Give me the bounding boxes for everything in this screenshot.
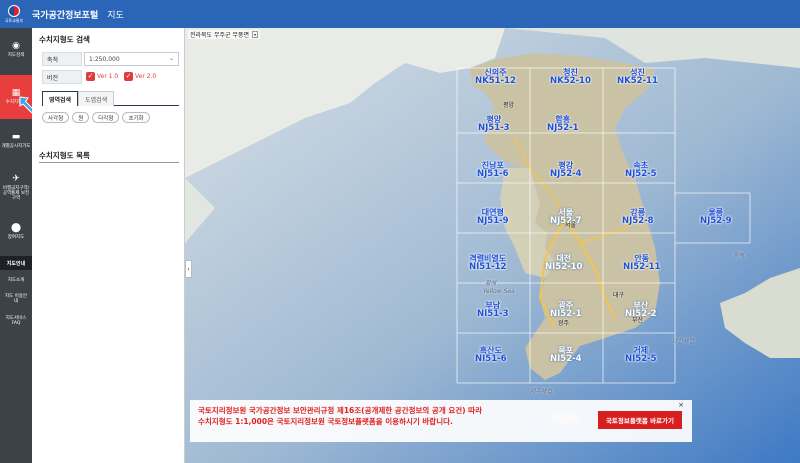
page-title: 지도: [107, 10, 124, 21]
location-breadcrumb[interactable]: 전라북도 무주군 무풍면 ▾: [188, 30, 261, 39]
pin-icon: ⬤: [10, 222, 22, 233]
place-label: 황해: [485, 280, 497, 287]
portal-title[interactable]: 국가공간정보포털: [32, 8, 98, 21]
list-title: 수치지형도 목록: [39, 151, 90, 160]
sheet-label[interactable]: 속초 NJ52-5: [625, 161, 657, 179]
sheet-label[interactable]: 흑산도 NI51-6: [475, 346, 507, 364]
place-label: 평양: [503, 102, 515, 109]
chevron-down-icon: ▾: [252, 31, 259, 38]
nav-map-intro[interactable]: 지도소개: [0, 278, 32, 283]
place-label: Yellow Sea: [483, 288, 515, 295]
left-navigation: ◉ 지도검색 ▦ 수치지형도 ▬ 개별공시지가도 ✈ 비행금지구역/공역통제 보…: [0, 28, 32, 463]
nav-participation-map[interactable]: ⬤ 참여지도: [0, 218, 32, 246]
folder-icon: ▬: [11, 131, 21, 142]
taegeuk-logo-icon: [8, 4, 20, 17]
scale-value: 1:250,000: [89, 55, 120, 63]
place-label: 서울: [565, 222, 577, 229]
place-label: 부산: [632, 317, 644, 324]
checkmark-icon: ✓: [124, 72, 133, 81]
place-label: 제주해협: [530, 388, 553, 395]
place-label: 광주: [558, 320, 570, 327]
nav-land-price-map[interactable]: ▬ 개별공시지가도: [0, 126, 32, 156]
panel-title: 수치지형도 검색: [39, 35, 90, 44]
tab-area-search[interactable]: 영역검색: [42, 91, 79, 106]
sheet-label[interactable]: 광주 NI52-1: [550, 301, 582, 319]
tab-sheet-search[interactable]: 도엽검색: [78, 91, 115, 106]
ver1-label: Ver 1.0: [97, 73, 119, 80]
divider: [39, 162, 179, 163]
sheet-label[interactable]: 청진 NK52-10: [550, 68, 591, 86]
sheet-label[interactable]: 함흥 NJ52-1: [547, 115, 579, 133]
sheet-label[interactable]: 진남포 NJ51-6: [477, 161, 509, 179]
sheet-label[interactable]: 목포 NI52-4: [550, 346, 582, 364]
reset-button[interactable]: 초기화: [122, 112, 150, 123]
chevron-down-icon: ⌄: [168, 55, 174, 62]
collapse-panel-button[interactable]: ‹: [185, 260, 192, 278]
nav-map-search[interactable]: ◉ 지도검색: [0, 36, 32, 64]
sheet-label[interactable]: 신의주 NK51-12: [475, 68, 516, 86]
sheet-label[interactable]: 거제 NI52-5: [625, 346, 657, 364]
sheet-label[interactable]: 격렬비열도 NI51-12: [469, 254, 506, 272]
place-label: 대한해협: [672, 338, 695, 345]
nav-label: 개별공시지가도: [1, 143, 31, 149]
sheet-label[interactable]: 대연평 NJ51-9: [477, 208, 509, 226]
search-tabs: 영역검색 도엽검색: [42, 91, 179, 106]
sheet-label[interactable]: 대전 NI52-10: [545, 254, 582, 272]
nav-label: 참여지도: [7, 234, 25, 240]
place-label: 대구: [613, 292, 625, 299]
location-text: 전라북도 무주군 무풍면: [190, 32, 250, 39]
rectangle-button[interactable]: 사각형: [42, 112, 70, 123]
ver2-label: Ver 2.0: [135, 73, 157, 80]
sheet-label[interactable]: 울릉 NJ52-9: [700, 208, 732, 226]
logo-text: 국토교통부: [4, 17, 24, 23]
sheet-label[interactable]: 강릉 NJ52-8: [622, 208, 654, 226]
map-background: [185, 28, 800, 463]
scale-select[interactable]: 1:250,000 ⌄: [84, 52, 179, 66]
nav-no-fly-zone[interactable]: ✈ 비행금지구역/공역통제 보전구역: [0, 168, 32, 208]
nav-section-guide: 지도안내: [0, 256, 32, 270]
close-icon[interactable]: ×: [676, 400, 686, 410]
map-view[interactable]: 전라북도 무주군 무풍면 ▾ ‹ 신의주 NK51-12 청진 NK52-10 성진…: [185, 28, 800, 463]
polygon-button[interactable]: 다각형: [92, 112, 120, 123]
nav-usage-guide[interactable]: 지도 이용안내: [0, 294, 32, 305]
sheet-label[interactable]: 부남 NI51-3: [477, 301, 509, 319]
notice-banner: 국토지리정보원 국가공간정보 보안관리규정 제16조(공개제한 공간정보의 공개…: [190, 400, 692, 442]
circle-button[interactable]: 원: [72, 112, 90, 123]
nav-label: 비행금지구역/공역통제 보전구역: [2, 185, 30, 202]
notice-line: 수치지형도 1:1,000은 국토지리정보원 국토정보플랫폼을 이용하시기 바랍…: [198, 416, 453, 426]
scale-label: 축척: [42, 52, 82, 66]
checkmark-icon: ✓: [86, 72, 95, 81]
ministry-logo[interactable]: 국토교통부: [0, 0, 28, 28]
go-to-platform-button[interactable]: 국토정보플랫폼 바로가기: [597, 411, 682, 429]
shape-buttons: 사각형 원 다각형 초기화: [42, 112, 150, 123]
sheet-label[interactable]: 평양 NJ51-3: [478, 115, 510, 133]
sheet-label[interactable]: 평강 NJ52-4: [550, 161, 582, 179]
sheet-label[interactable]: 성진 NK52-11: [617, 68, 658, 86]
place-label: 동해: [733, 252, 745, 259]
search-panel: 수치지형도 검색 축척 1:250,000 ⌄ 버전 ✓ Ver 1.0 ✓ V…: [32, 28, 185, 463]
notice-line: 국토지리정보원 국가공간정보 보안관리규정 제16조(공개제한 공간정보의 공개…: [198, 406, 482, 415]
version-label: 버전: [42, 70, 82, 84]
globe-icon: ◉: [12, 40, 20, 51]
plane-icon: ✈: [12, 173, 20, 184]
sheet-label[interactable]: 안동 NI52-11: [623, 254, 660, 272]
nav-faq[interactable]: 지도서비스 FAQ: [0, 316, 32, 327]
ver2-checkbox[interactable]: ✓ Ver 2.0: [124, 72, 156, 81]
ver1-checkbox[interactable]: ✓ Ver 1.0: [86, 72, 118, 81]
notice-text: 국토지리정보원 국가공간정보 보안관리규정 제16조(공개제한 공간정보의 공개…: [198, 406, 482, 428]
top-header: 국토교통부 국가공간정보포털 지도: [0, 0, 800, 28]
nav-label: 지도검색: [7, 52, 25, 58]
